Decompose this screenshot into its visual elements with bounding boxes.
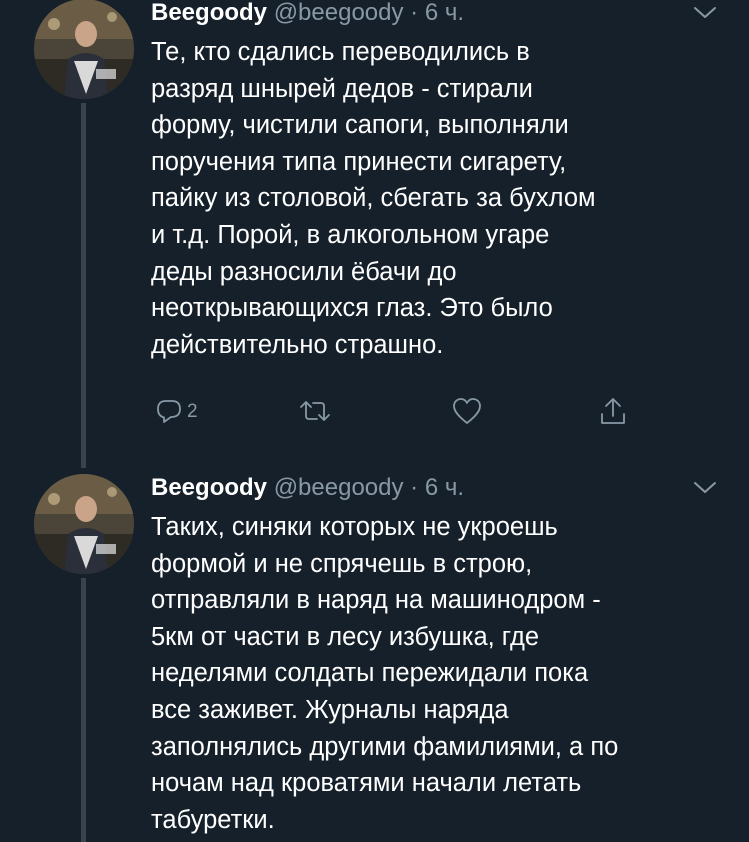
tweet-text-line: форму, чистили сапоги, выполняли <box>151 111 569 140</box>
tweet-actions: 2 <box>0 391 749 431</box>
retweet-icon <box>300 401 330 421</box>
tweet-text-line: все заживет. Журналы наряда <box>151 695 509 724</box>
reply-count: 2 <box>187 401 198 422</box>
tweet-header: Beegoody @beegoody · 6 ч. <box>151 474 464 502</box>
chevron-down-icon[interactable] <box>692 479 718 497</box>
tweet-text-line: ночам над кроватями начали летать <box>151 769 582 798</box>
tweet-text-line: действительно страшно. <box>151 330 444 359</box>
tweet-text: Те, кто сдались переводились в разряд шн… <box>151 34 731 363</box>
display-name[interactable]: Beegoody <box>151 474 267 501</box>
tweet-text-line: отправляли в наряд на машинодром - <box>151 586 601 615</box>
user-handle[interactable]: @beegoody <box>274 474 404 501</box>
tweet[interactable]: Beegoody @beegoody · 6 ч. Таких, синяки … <box>0 468 749 842</box>
tweet-text-line: заполнялись другими фамилиями, а по <box>151 732 619 761</box>
share-icon <box>601 398 625 424</box>
separator-dot: · <box>410 474 419 501</box>
timestamp[interactable]: 6 ч. <box>425 474 464 501</box>
avatar-image <box>34 474 134 574</box>
tweet-text-line: формой и не спрячешь в строю, <box>151 549 533 578</box>
like-button[interactable] <box>451 391 483 431</box>
tweet-text-line: деды разносили ёбачи до <box>151 257 457 286</box>
avatar-image <box>34 0 134 99</box>
chevron-down-icon[interactable] <box>692 4 718 22</box>
retweet-button[interactable] <box>298 391 332 431</box>
tweet-text-line: табуретки. <box>151 805 275 834</box>
tweet-text-line: пайку из столовой, сбегать за бухлом <box>151 184 596 213</box>
display-name[interactable]: Beegoody <box>151 0 267 26</box>
share-button[interactable] <box>597 391 629 431</box>
avatar[interactable] <box>34 474 134 574</box>
thread-line <box>81 578 86 842</box>
tweet-text-line: и т.д. Порой, в алкогольном угаре <box>151 220 550 249</box>
reply-button[interactable]: 2 <box>154 391 198 431</box>
tweet-header: Beegoody @beegoody · 6 ч. <box>151 0 464 27</box>
tweet-text-line: неделями солдаты пережидали пока <box>151 659 589 688</box>
tweet-text-line: поручения типа принести сигарету, <box>151 147 567 176</box>
separator-dot: · <box>410 0 419 26</box>
tweet-text-line: неоткрывающихся глаз. Это было <box>151 294 553 323</box>
tweet-text-line: разряд шнырей дедов - стирали <box>151 74 533 103</box>
timestamp[interactable]: 6 ч. <box>425 0 464 26</box>
avatar[interactable] <box>34 0 134 99</box>
heart-icon <box>453 398 481 424</box>
tweet[interactable]: Beegoody @beegoody · 6 ч. Те, кто сдалис… <box>0 0 749 468</box>
user-handle[interactable]: @beegoody <box>274 0 404 26</box>
tweet-text-line: Таких, синяки которых не укроешь <box>151 513 558 541</box>
tweet-text-line: Те, кто сдались переводились в <box>151 38 530 66</box>
reply-icon <box>157 400 181 423</box>
tweet-text-line: 5км от части в лесу избушка, где <box>151 622 540 651</box>
tweet-text: Таких, синяки которых не укроешь формой … <box>151 509 731 838</box>
